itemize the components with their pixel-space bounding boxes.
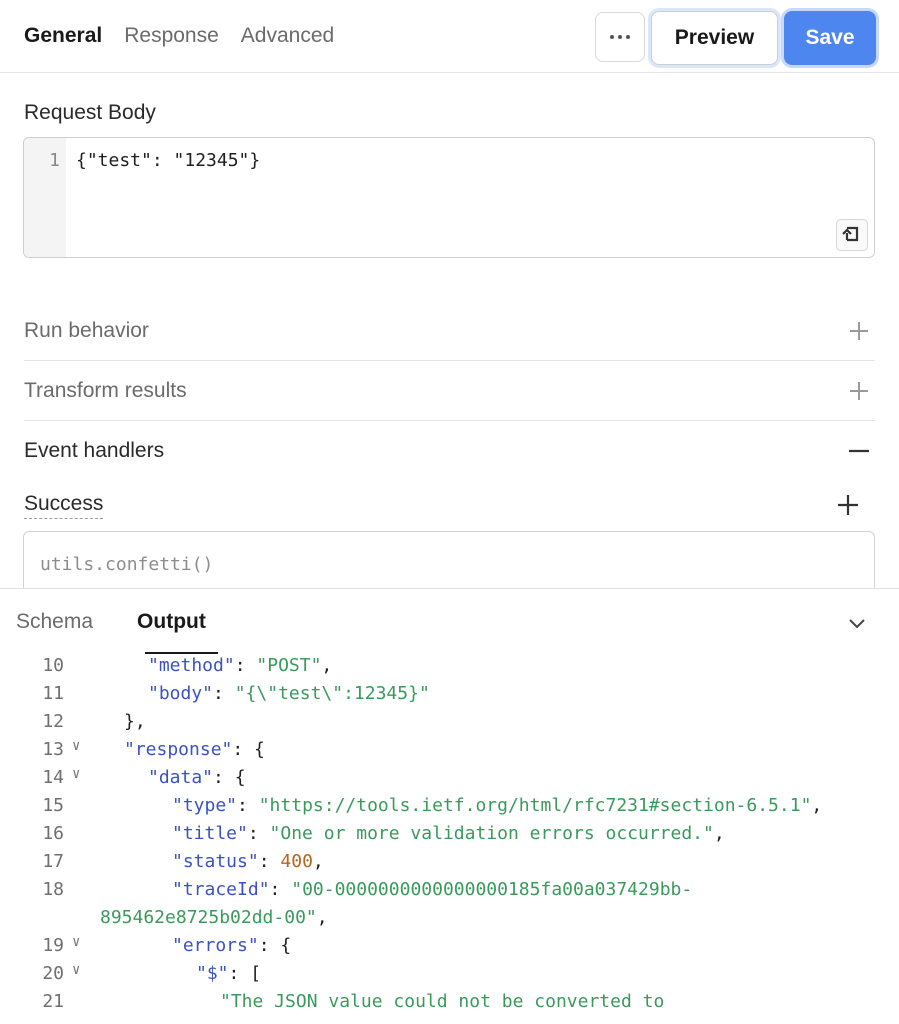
- output-line: 21 "The JSON value could not be converted…: [0, 991, 899, 1019]
- line-number: 10: [42, 655, 64, 676]
- output-line: 12},: [0, 711, 899, 739]
- ellipsis-icon: [610, 35, 630, 39]
- add-success-handler-icon[interactable]: [836, 493, 860, 517]
- line-number: 17: [42, 851, 64, 872]
- success-placeholder: utils.confetti(): [40, 554, 214, 575]
- code-line[interactable]: {"test": "12345"}: [76, 150, 260, 171]
- output-line-text: "status": 400,: [172, 851, 324, 872]
- output-line: 16 "title": "One or more validation error…: [0, 823, 899, 851]
- output-line: 20 ∨ "$": [: [0, 962, 899, 991]
- transform-results-section[interactable]: Transform results: [24, 361, 875, 421]
- output-line-text: "body": "{\"test\":12345}": [148, 683, 430, 704]
- line-number: 18: [42, 879, 64, 900]
- line-number: 19: [42, 935, 64, 956]
- minus-icon[interactable]: [847, 439, 871, 463]
- section-label: Event handlers: [24, 439, 165, 462]
- tab-response[interactable]: Response: [124, 24, 219, 48]
- output-line: 18 "traceId": "00-0000000000000000185fa00…: [0, 879, 899, 907]
- line-number: 14: [42, 767, 64, 788]
- reset-icon: [842, 226, 859, 242]
- more-options-button[interactable]: [595, 12, 645, 62]
- line-number: 20: [42, 963, 64, 984]
- line-number: 13: [42, 739, 64, 760]
- tab-schema[interactable]: Schema: [16, 610, 93, 634]
- line-number: 21: [42, 991, 64, 1012]
- fold-chevron-icon[interactable]: ∨: [72, 738, 80, 754]
- line-number: 15: [42, 795, 64, 816]
- line-number: 12: [42, 711, 64, 732]
- section-label: Transform results: [24, 379, 187, 402]
- output-line-text: "errors": {: [172, 935, 292, 956]
- request-body-label: Request Body: [24, 101, 156, 124]
- tab-general[interactable]: General: [24, 24, 102, 48]
- output-line-text: "$": [: [196, 963, 262, 984]
- fold-chevron-icon[interactable]: ∨: [72, 766, 80, 782]
- output-panel: Schema Output 10 "method": "POST", 11 "body…: [0, 588, 899, 1024]
- plus-icon[interactable]: [847, 379, 871, 403]
- line-number: 11: [42, 683, 64, 704]
- output-line: 19 ∨ "errors": {: [0, 934, 899, 963]
- output-line-text: "type": "https://tools.ietf.org/html/rfc…: [172, 795, 823, 816]
- active-tab-indicator: [145, 652, 218, 654]
- output-line-text: "data": {: [148, 767, 246, 788]
- output-line: 15 "type": "https://tools.ietf.org/html/r…: [0, 795, 899, 823]
- output-line-text: "response": {: [124, 739, 265, 760]
- line-gutter: 1: [24, 138, 66, 257]
- tab-advanced[interactable]: Advanced: [241, 24, 334, 48]
- request-body-editor[interactable]: 1 {"test": "12345"}: [23, 137, 875, 258]
- preview-button[interactable]: Preview: [651, 11, 778, 65]
- success-label: Success: [24, 492, 104, 519]
- output-line: 13 ∨ "response": {: [0, 738, 899, 767]
- output-line: 10 "method": "POST",: [0, 655, 899, 683]
- reset-button[interactable]: [836, 219, 868, 251]
- output-line-text: "The JSON value could not be converted t…: [220, 991, 665, 1012]
- fold-chevron-icon[interactable]: ∨: [72, 962, 80, 978]
- output-line: 11 "body": "{\"test\":12345}": [0, 683, 899, 711]
- tab-output[interactable]: Output: [137, 610, 206, 634]
- chevron-down-icon[interactable]: [845, 611, 869, 635]
- line-number: 1: [49, 150, 60, 171]
- output-line: 895462e8725b02dd-00",: [0, 907, 899, 935]
- run-behavior-section[interactable]: Run behavior: [24, 301, 875, 361]
- plus-icon[interactable]: [847, 319, 871, 343]
- output-line-text: 895462e8725b02dd-00",: [100, 907, 328, 928]
- output-line-text: "traceId": "00-0000000000000000185fa00a0…: [172, 879, 693, 900]
- save-button[interactable]: Save: [784, 11, 876, 65]
- output-line-text: "method": "POST",: [148, 655, 333, 676]
- output-line: 17 "status": 400,: [0, 851, 899, 879]
- panel-tabs: Schema Output: [16, 610, 206, 634]
- output-line: 14 ∨ "data": {: [0, 766, 899, 795]
- output-line-text: "title": "One or more validation errors …: [172, 823, 725, 844]
- line-number: 16: [42, 823, 64, 844]
- fold-chevron-icon[interactable]: ∨: [72, 934, 80, 950]
- editor-tabs: General Response Advanced: [24, 24, 334, 48]
- event-handlers-section[interactable]: Event handlers: [24, 421, 875, 481]
- output-line-text: },: [124, 711, 146, 732]
- section-label: Run behavior: [24, 319, 149, 342]
- top-bar: General Response Advanced Preview Save: [0, 0, 899, 73]
